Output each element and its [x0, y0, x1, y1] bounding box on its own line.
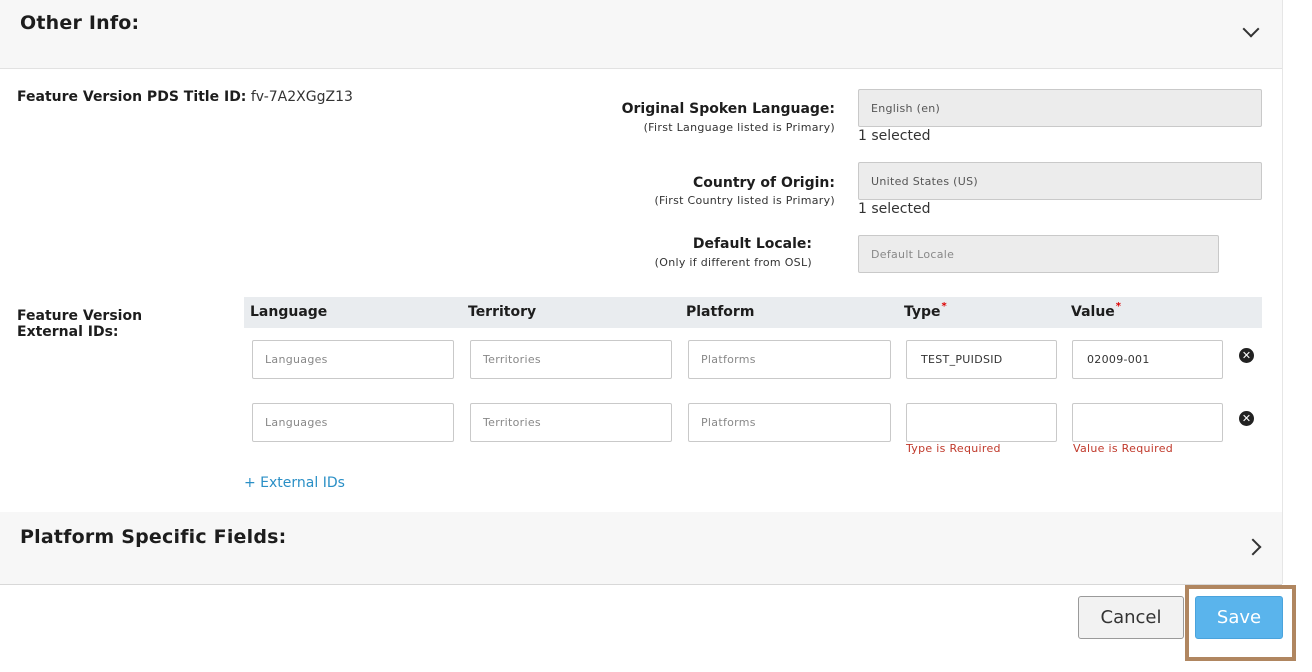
external-ids-label-line2: External IDs: — [17, 324, 119, 340]
footer-divider — [0, 584, 1282, 585]
other-info-title: Other Info: — [20, 12, 140, 34]
external-ids-label-line1: Feature Version — [17, 308, 143, 324]
remove-row-icon[interactable]: ✕ — [1239, 411, 1254, 426]
external-ids-label: Feature Version External IDs: — [17, 308, 142, 340]
chevron-down-icon[interactable] — [1242, 20, 1260, 38]
spoken-language-label: Original Spoken Language: — [621, 101, 835, 117]
external-ids-table-header: Language Territory Platform Type* Value* — [244, 297, 1262, 328]
required-marker: * — [1115, 301, 1122, 312]
country-field[interactable]: United States (US) — [858, 162, 1262, 200]
column-territory: Territory — [468, 304, 537, 320]
value-error: Value is Required — [1073, 442, 1174, 455]
remove-row-icon[interactable]: ✕ — [1239, 348, 1254, 363]
country-label: Country of Origin: — [693, 175, 835, 191]
type-error: Type is Required — [906, 442, 1001, 455]
platform-input[interactable]: Platforms — [688, 340, 891, 379]
pds-title-label: Feature Version PDS Title ID: — [17, 89, 247, 105]
platform-fields-title: Platform Specific Fields: — [20, 526, 287, 548]
spoken-language-count: 1 selected — [858, 128, 931, 144]
territory-input[interactable]: Territories — [470, 340, 672, 379]
cancel-button[interactable]: Cancel — [1078, 596, 1184, 639]
required-marker: * — [941, 301, 947, 312]
value-input[interactable]: 02009-001 — [1072, 340, 1223, 379]
column-value-label: Value — [1071, 304, 1115, 320]
territory-input[interactable]: Territories — [470, 403, 672, 442]
column-type-label: Type — [904, 304, 941, 320]
edit-panel: Other Info: Feature Version PDS Title ID… — [0, 0, 1283, 584]
pds-title-value: fv-7A2XGgZ13 — [250, 89, 353, 105]
pds-title-id: Feature Version PDS Title ID: fv-7A2XGgZ… — [17, 89, 353, 105]
language-input[interactable]: Languages — [252, 340, 454, 379]
locale-hint: (Only if different from OSL) — [654, 256, 812, 269]
value-input[interactable] — [1072, 403, 1223, 442]
platform-input[interactable]: Platforms — [688, 403, 891, 442]
save-button-highlight — [1185, 585, 1296, 661]
chevron-right-icon[interactable] — [1244, 538, 1262, 556]
type-input[interactable] — [906, 403, 1057, 442]
add-external-id-link[interactable]: + External IDs — [244, 475, 345, 491]
spoken-language-hint: (First Language listed is Primary) — [643, 121, 835, 134]
column-platform: Platform — [686, 304, 755, 320]
platform-fields-header[interactable]: Platform Specific Fields: — [0, 512, 1282, 584]
country-hint: (First Country listed is Primary) — [654, 194, 835, 207]
type-input[interactable]: TEST_PUIDSID — [906, 340, 1057, 379]
language-input[interactable]: Languages — [252, 403, 454, 442]
default-locale-field[interactable]: Default Locale — [858, 235, 1219, 273]
column-language: Language — [250, 304, 328, 320]
other-info-header[interactable]: Other Info: — [0, 0, 1282, 69]
column-value: Value* — [1071, 301, 1122, 320]
locale-label: Default Locale: — [692, 236, 812, 252]
column-type: Type* — [904, 301, 947, 320]
country-count: 1 selected — [858, 201, 931, 217]
spoken-language-field[interactable]: English (en) — [858, 89, 1262, 127]
